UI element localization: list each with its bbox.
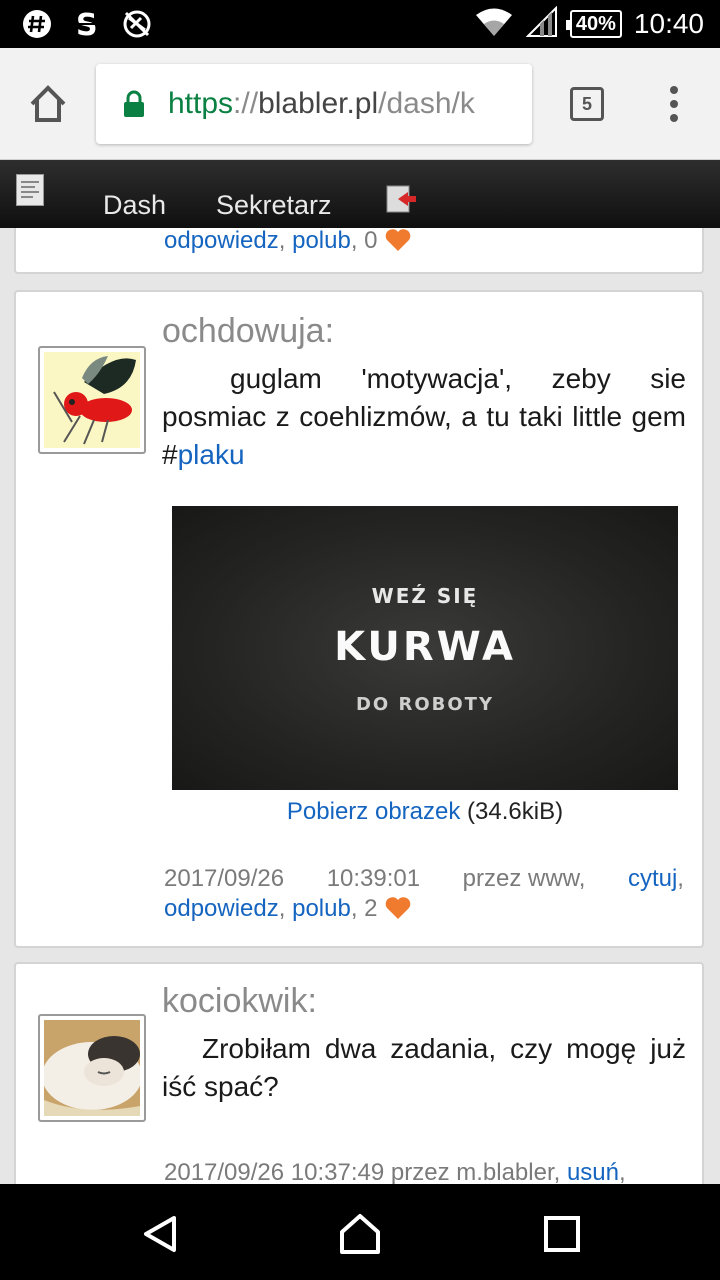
download-image-link[interactable]: Pobierz obrazek bbox=[287, 798, 460, 825]
post-meta: odpowiedz, polub, 0 bbox=[164, 228, 684, 256]
post-card: odpowiedz, polub, 0 bbox=[14, 228, 704, 274]
back-icon[interactable] bbox=[138, 1212, 182, 1256]
lock-icon bbox=[122, 90, 146, 118]
url-bar[interactable]: https://blabler.pl/dash/k bbox=[96, 64, 532, 144]
clock: 10:40 bbox=[633, 8, 704, 39]
home-icon[interactable] bbox=[26, 82, 70, 126]
image-text-line-1: WEŹ SIĘ bbox=[371, 584, 479, 608]
document-icon[interactable] bbox=[16, 174, 44, 206]
image-text-line-2: KURWA bbox=[334, 624, 516, 670]
feed: odpowiedz, polub, 0 ochdowuja: guglam 'm… bbox=[0, 228, 720, 1184]
heart-icon bbox=[384, 228, 412, 252]
avatar[interactable] bbox=[38, 1014, 146, 1122]
image-text-line-3: DO ROBOTY bbox=[355, 694, 494, 715]
like-link[interactable]: polub bbox=[292, 228, 351, 254]
nav-dash[interactable]: Dash bbox=[103, 190, 166, 221]
post-image[interactable]: WEŹ SIĘ KURWA DO ROBOTY bbox=[172, 506, 678, 790]
like-count: 0 bbox=[364, 228, 378, 254]
url-path: /dash/k bbox=[378, 87, 475, 120]
quote-link[interactable]: cytuj bbox=[628, 865, 677, 892]
heart-icon bbox=[384, 896, 412, 920]
cat-avatar-image bbox=[44, 1020, 140, 1116]
post-time: 10:39:01 bbox=[326, 865, 421, 892]
post-meta-text: 2017/09/26 10:37:49 przez m.blabler, bbox=[164, 1159, 561, 1184]
blocked-globe-icon bbox=[120, 6, 154, 42]
delete-link[interactable]: usuń bbox=[567, 1159, 619, 1184]
browser-toolbar: https://blabler.pl/dash/k 5 bbox=[0, 48, 720, 160]
hash-notification-icon bbox=[20, 6, 54, 42]
post-card: ochdowuja: guglam 'motywacja', zeby sie … bbox=[14, 290, 704, 948]
url-text: https://blabler.pl/dash/k bbox=[168, 84, 475, 124]
url-scheme: https bbox=[168, 87, 234, 120]
reply-link[interactable]: odpowiedz bbox=[164, 228, 279, 254]
nav-sekretarz[interactable]: Sekretarz bbox=[216, 190, 332, 221]
signal-icon bbox=[525, 5, 558, 43]
hashtag-link[interactable]: plaku bbox=[178, 439, 245, 470]
system-nav-bar bbox=[0, 1184, 720, 1280]
post-text: guglam 'motywacja', zeby sie posmiac z c… bbox=[162, 360, 686, 474]
logout-icon[interactable] bbox=[386, 184, 418, 214]
reply-link[interactable]: odpowiedz bbox=[164, 895, 279, 922]
site-navbar: Dash Sekretarz bbox=[0, 160, 720, 228]
post-card: kociokwik: Zrobiłam dwa zadania, czy mog… bbox=[14, 962, 704, 1184]
post-text: Zrobiłam dwa zadania, czy mogę już iść s… bbox=[162, 1033, 686, 1102]
post-meta: 2017/09/26 10:37:49 przez m.blabler, usu… bbox=[164, 1159, 626, 1184]
tab-switcher-button[interactable]: 5 bbox=[570, 87, 604, 121]
url-separator: :// bbox=[233, 87, 259, 120]
recents-icon[interactable] bbox=[540, 1212, 584, 1256]
post-via: przez www, bbox=[462, 865, 586, 892]
wifi-icon bbox=[474, 6, 514, 43]
like-count: 2 bbox=[364, 895, 378, 922]
s-app-icon: S bbox=[70, 6, 104, 42]
battery-indicator: 40% bbox=[565, 10, 622, 38]
post-author: kociokwik: bbox=[162, 982, 317, 1020]
like-link[interactable]: polub bbox=[292, 895, 351, 922]
insect-avatar-image bbox=[44, 352, 140, 448]
url-host: blabler.pl bbox=[258, 87, 379, 120]
screen: S 40% 10:40 https://blabler.pl/dash/k 5 … bbox=[0, 0, 720, 1280]
avatar[interactable] bbox=[38, 346, 146, 454]
post-meta: 2017/09/26 10:39:01 przez www, cytuj, od… bbox=[164, 865, 684, 922]
overflow-menu-icon[interactable] bbox=[664, 84, 684, 124]
home-nav-icon[interactable] bbox=[338, 1212, 382, 1256]
post-author: ochdowuja: bbox=[162, 312, 335, 350]
download-row: Pobierz obrazek (34.6kiB) bbox=[172, 798, 678, 826]
status-bar: S 40% 10:40 bbox=[0, 0, 720, 48]
post-date: 2017/09/26 bbox=[164, 865, 285, 892]
image-size: (34.6kiB) bbox=[467, 798, 564, 825]
